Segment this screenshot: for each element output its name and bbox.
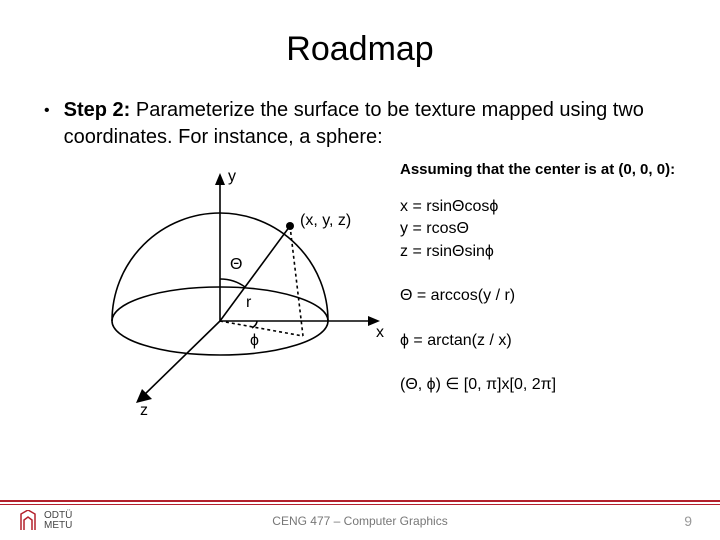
axis-x-label: x bbox=[376, 324, 384, 341]
bullet-dot: • bbox=[44, 97, 50, 125]
page-title: Roadmap bbox=[40, 30, 680, 69]
footer: ODTÜ METU CENG 477 – Computer Graphics 9 bbox=[0, 500, 720, 540]
eq-phi: ϕ = arctan(z / x) bbox=[400, 330, 680, 352]
page-number: 9 bbox=[684, 513, 692, 529]
eq-z: z = rsinΘsinϕ bbox=[400, 241, 680, 263]
sphere-diagram: y x z r Θ ϕ (x, y, z) bbox=[80, 161, 390, 421]
assume-text: Assuming that the center is at (0, 0, 0)… bbox=[400, 161, 680, 178]
bullet-item: • Step 2: Parameterize the surface to be… bbox=[44, 97, 680, 151]
eq-y: y = rcosΘ bbox=[400, 218, 680, 240]
slide: Roadmap • Step 2: Parameterize the surfa… bbox=[0, 0, 720, 540]
sphere-svg: y x z r Θ ϕ (x, y, z) bbox=[80, 161, 390, 421]
footer-center: CENG 477 – Computer Graphics bbox=[0, 514, 720, 528]
radius-label: r bbox=[246, 294, 252, 311]
content-row: y x z r Θ ϕ (x, y, z) Assuming that the … bbox=[40, 161, 680, 421]
xyz-equations: x = rsinΘcosϕ y = rcosΘ z = rsinΘsinϕ bbox=[400, 196, 680, 263]
bullet-rest: Parameterize the surface to be texture m… bbox=[64, 99, 644, 148]
axis-y-label: y bbox=[228, 168, 236, 185]
footer-divider bbox=[0, 504, 720, 505]
point-label: (x, y, z) bbox=[300, 212, 351, 229]
eq-domain: (Θ, ϕ) ∈ [0, π]x[0, 2π] bbox=[400, 374, 680, 396]
eq-x: x = rsinΘcosϕ bbox=[400, 196, 680, 218]
phi-label: ϕ bbox=[250, 332, 259, 349]
theta-label: Θ bbox=[230, 256, 242, 273]
equations-column: Assuming that the center is at (0, 0, 0)… bbox=[390, 161, 680, 418]
bullet-text: Step 2: Parameterize the surface to be t… bbox=[64, 97, 680, 151]
axis-z-label: z bbox=[140, 402, 148, 419]
step-label: Step 2: bbox=[64, 99, 131, 121]
eq-theta: Θ = arccos(y / r) bbox=[400, 285, 680, 307]
